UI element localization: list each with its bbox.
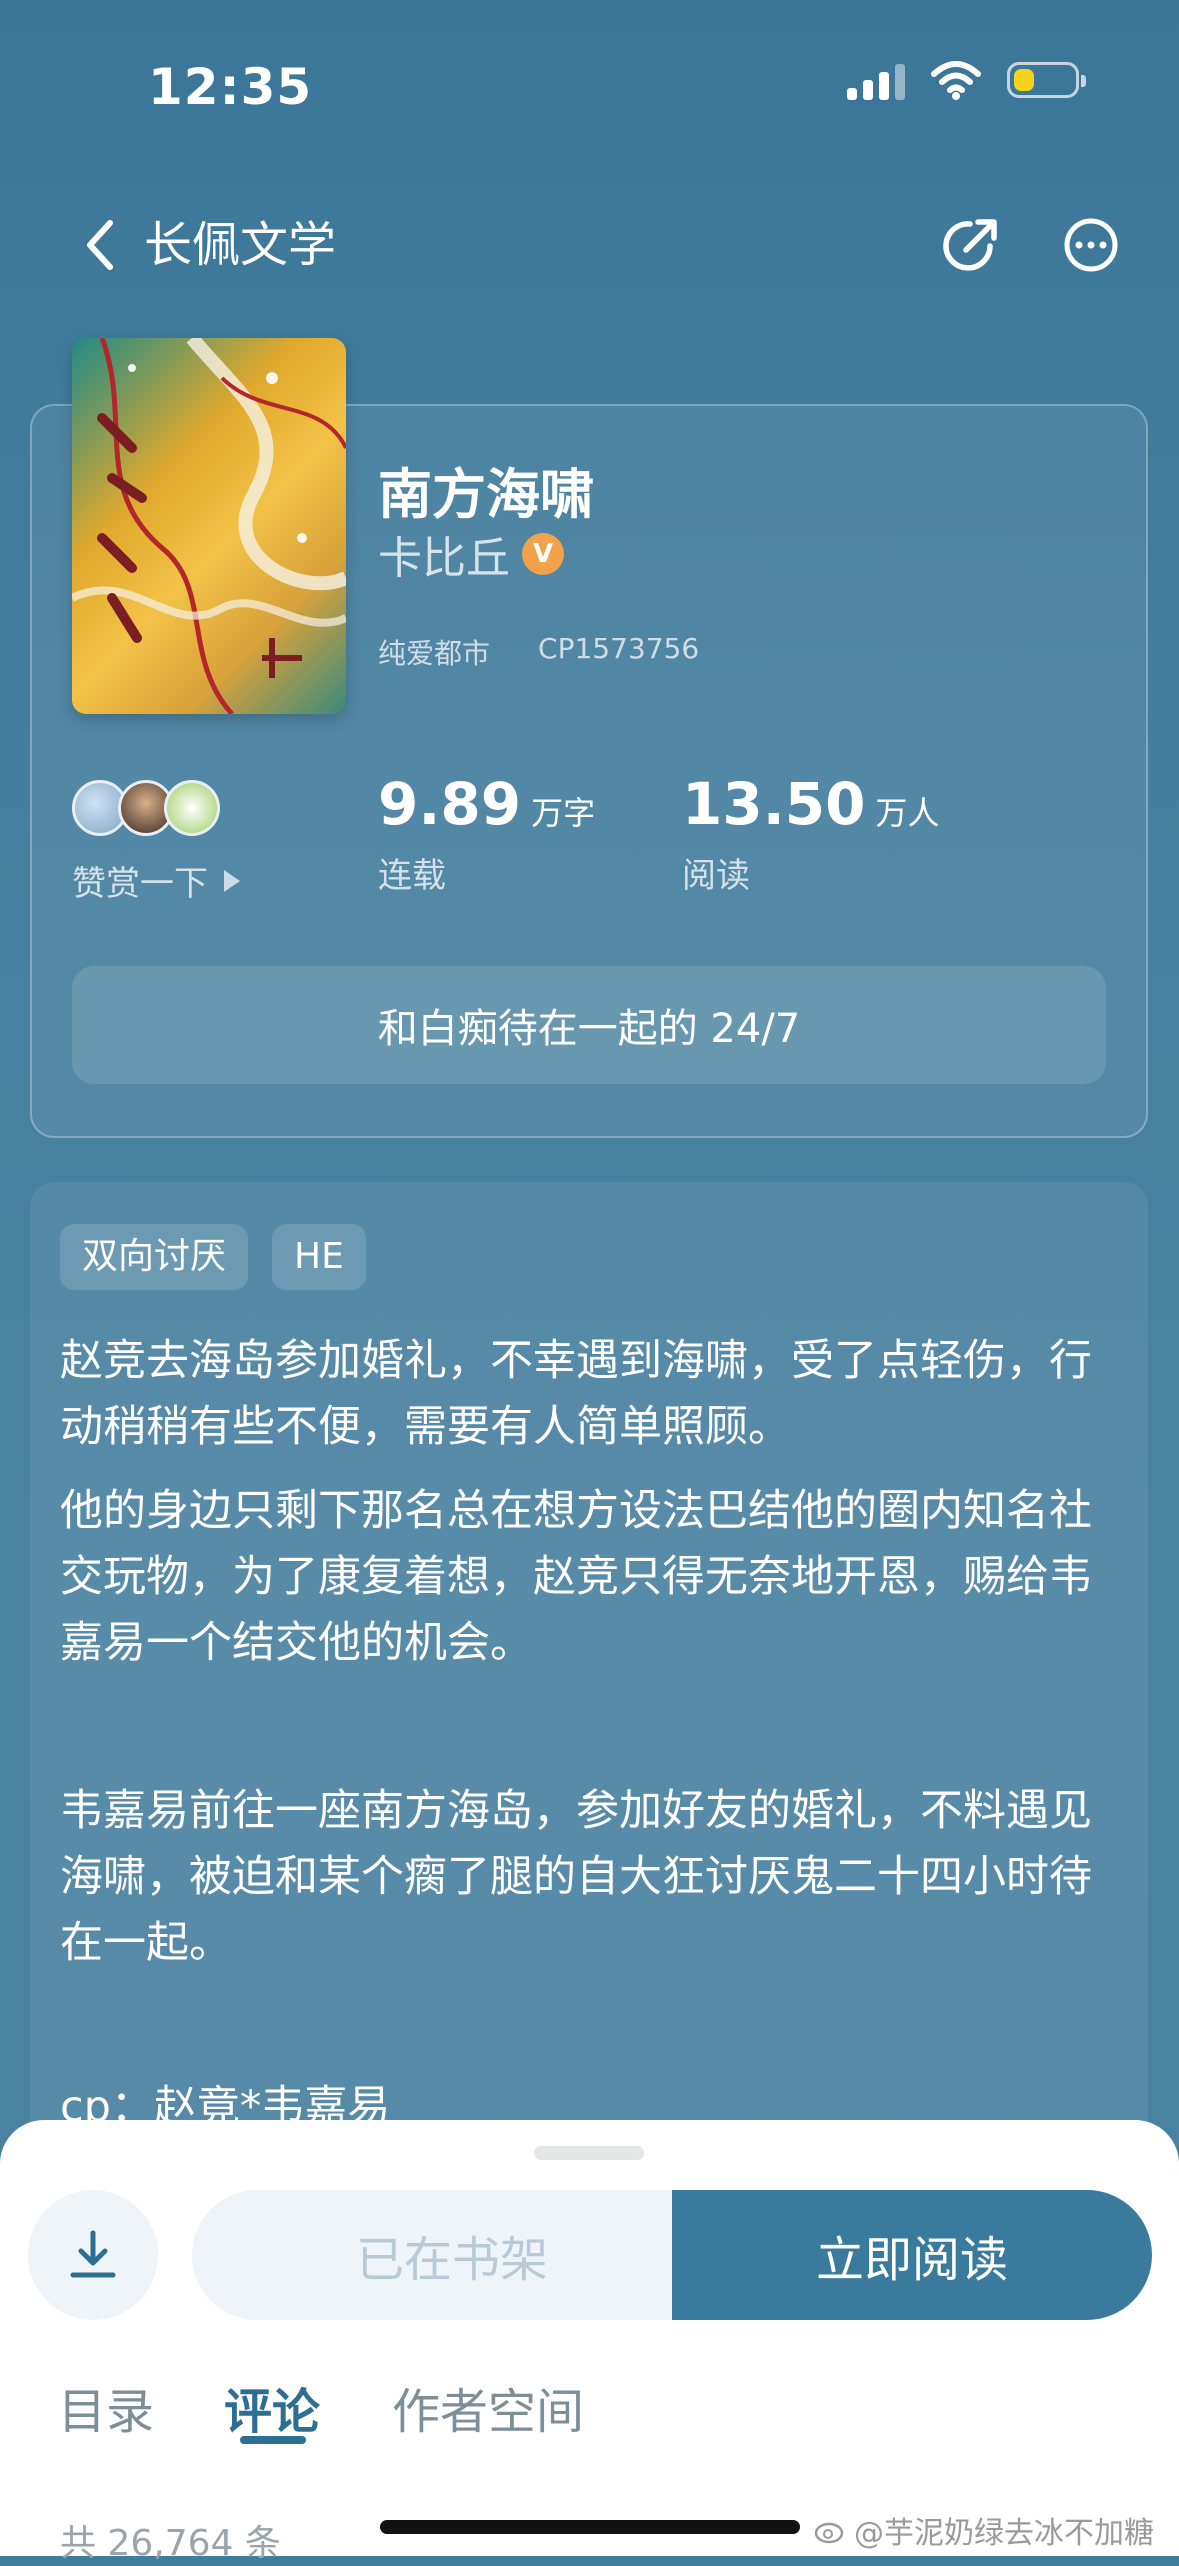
more-icon: [1064, 218, 1118, 272]
book-author[interactable]: 卡比丘 V: [378, 522, 564, 586]
read-now-button[interactable]: 立即阅读: [672, 2190, 1152, 2320]
book-cover-image[interactable]: [72, 338, 346, 714]
tab-contents[interactable]: 目录: [58, 2372, 154, 2442]
avatar: [164, 780, 220, 836]
download-icon: [70, 2230, 116, 2278]
book-title: 南方海啸: [378, 463, 594, 526]
word-count-unit: 万字: [531, 794, 596, 832]
tab-author-space[interactable]: 作者空间: [392, 2372, 584, 2442]
tag[interactable]: 双向讨厌: [60, 1224, 249, 1290]
read-count-label: 阅读: [682, 856, 750, 896]
sheet-grabber[interactable]: [534, 2146, 644, 2160]
signal-icon: [847, 60, 905, 100]
wifi-icon: [931, 61, 981, 100]
book-meta: 纯爱都市 CP1573756: [378, 632, 699, 672]
read-count-stat: 13.50 万人 阅读: [682, 770, 939, 897]
verified-badge-icon: V: [522, 533, 564, 575]
tab-comments[interactable]: 评论: [224, 2372, 320, 2442]
tag-list: 双向讨厌 HE: [60, 1224, 366, 1290]
in-shelf-button[interactable]: 已在书架: [192, 2190, 712, 2320]
synopsis-paragraph: 赵竞去海岛参加婚礼，不幸遇到海啸，受了点轻伤，行动稍稍有些不便，需要有人简单照顾…: [60, 1336, 1092, 1452]
share-button[interactable]: [936, 210, 1006, 280]
battery-icon: [1007, 62, 1086, 98]
active-tab-indicator: [240, 2436, 306, 2444]
status-icons: [847, 60, 1086, 100]
download-button[interactable]: [28, 2190, 158, 2320]
bottom-sheet: [0, 2120, 1179, 2556]
tag[interactable]: HE: [272, 1224, 366, 1290]
word-count-label: 连载: [378, 856, 446, 896]
author-name: 卡比丘: [378, 533, 510, 584]
watermark-text: @芋泥奶绿去冰不加糖: [854, 2516, 1154, 2551]
word-count-value: 9.89: [378, 770, 522, 838]
comment-count: 共 26,764 条: [60, 2523, 281, 2564]
read-count-value: 13.50: [682, 770, 866, 838]
watermark: @芋泥奶绿去冰不加糖: [814, 2508, 1154, 2552]
synopsis-paragraph: 韦嘉易前往一座南方海岛，参加好友的婚礼，不料遇见海啸，被迫和某个瘸了腿的自大狂讨…: [60, 1786, 1092, 1968]
book-category: 纯爱都市: [378, 637, 491, 670]
chevron-left-icon: [87, 220, 113, 270]
reward-button[interactable]: 赞赏一下: [72, 856, 240, 905]
synopsis-paragraph: 他的身边只剩下那名总在想方设法巴结他的圈内知名社交玩物，为了康复着想，赵竞只得无…: [60, 1486, 1092, 1668]
reward-label: 赞赏一下: [72, 864, 208, 904]
cover-artwork: [72, 338, 346, 714]
word-count-stat: 9.89 万字 连载: [378, 770, 595, 897]
book-id: CP1573756: [538, 632, 700, 665]
weibo-logo-icon: [814, 2522, 844, 2544]
nav-title: 长佩文学: [144, 217, 337, 273]
read-count-unit: 万人: [875, 794, 940, 832]
share-icon: [943, 219, 997, 271]
reward-avatars[interactable]: [72, 780, 220, 836]
play-triangle-icon: [224, 869, 240, 892]
status-time: 12:35: [148, 58, 313, 116]
tagline-bar[interactable]: 和白痴待在一起的 24/7: [72, 966, 1106, 1084]
home-indicator[interactable]: [380, 2520, 800, 2534]
more-button[interactable]: [1056, 210, 1126, 280]
back-button[interactable]: [70, 210, 130, 280]
